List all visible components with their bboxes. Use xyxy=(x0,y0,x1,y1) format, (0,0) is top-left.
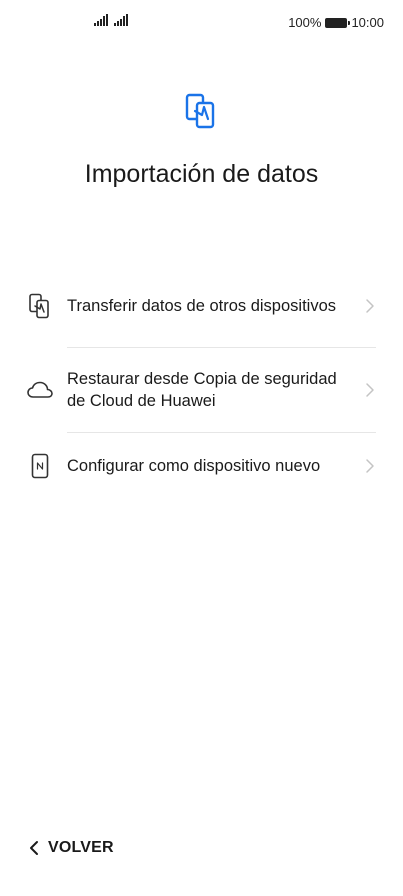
status-right: 100% 10:00 xyxy=(288,15,384,30)
new-device-icon xyxy=(24,450,56,482)
status-bar: 100% 10:00 xyxy=(0,0,403,48)
signal-indicators xyxy=(94,14,128,26)
back-button[interactable]: VOLVER xyxy=(28,839,114,857)
phone-transfer-icon xyxy=(24,290,56,322)
option-transfer-from-other-devices[interactable]: Transferir datos de otros dispositivos xyxy=(0,265,403,347)
signal-icon xyxy=(114,14,128,26)
import-options-list: Transferir datos de otros dispositivos R… xyxy=(0,265,403,499)
cloud-icon xyxy=(24,374,56,406)
chevron-right-icon xyxy=(366,299,374,313)
clock: 10:00 xyxy=(351,15,384,30)
signal-icon xyxy=(94,14,108,26)
back-button-label: VOLVER xyxy=(48,839,114,856)
option-set-up-as-new-device[interactable]: Configurar como dispositivo nuevo xyxy=(0,433,403,499)
chevron-right-icon xyxy=(366,459,374,473)
option-label: Transferir datos de otros dispositivos xyxy=(67,297,337,315)
chevron-left-icon xyxy=(30,841,38,855)
battery-icon xyxy=(325,17,351,28)
chevron-right-icon xyxy=(366,383,374,397)
phone-transfer-icon xyxy=(185,93,215,129)
page-title: Importación de datos xyxy=(84,160,319,188)
battery-percent: 100% xyxy=(288,15,322,30)
option-label: Restaurar desde Copia de seguridad de Cl… xyxy=(67,370,337,410)
option-restore-from-cloud[interactable]: Restaurar desde Copia de seguridad de Cl… xyxy=(0,348,403,432)
option-label: Configurar como dispositivo nuevo xyxy=(67,457,321,475)
